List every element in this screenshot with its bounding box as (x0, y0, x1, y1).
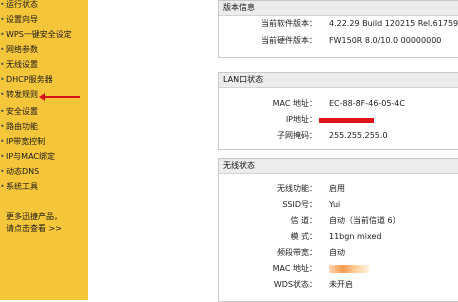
sidebar-item-label: IP带宽控制 (6, 137, 46, 146)
sidebar-item-bandwidth[interactable]: •IP带宽控制 (0, 134, 88, 149)
bandwidth-row: 频段带宽： 自动 (219, 246, 458, 260)
sidebar-item-network[interactable]: •网络参数 (0, 42, 88, 57)
field-label: 无线功能： (277, 184, 317, 193)
wireless-status-panel: 无线状态 无线功能： 启用 SSID号： Yui 信 道： 自动（当前信道 6）… (218, 158, 458, 302)
sidebar-item-label: 网络参数 (6, 45, 38, 54)
sidebar-item-dhcp[interactable]: •DHCP服务器 (0, 72, 88, 87)
lan-mac-row: MAC 地址： EC-88-8F-46-05-4C (219, 97, 458, 111)
hardware-version-row: 当前硬件版本： FW150R 8.0/10.0 00000000 (219, 34, 458, 48)
sidebar-nav: •运行状态 •设置向导 •WPS一键安全设定 •网络参数 •无线设置 •DHCP… (0, 0, 88, 300)
wireless-function-value: 启用 (329, 184, 345, 193)
software-version-row: 当前软件版本： 4.22.29 Build 120215 Rel.61759n (219, 17, 458, 31)
field-label: WDS状态： (273, 280, 317, 289)
field-label: 当前硬件版本： (261, 36, 317, 45)
sidebar-item-system-tools[interactable]: •系统工具 (0, 179, 88, 194)
redaction-mark (319, 118, 374, 123)
field-label: 信 道： (290, 216, 317, 225)
ssid-value: Yui (329, 200, 341, 209)
panel-title: LAN口状态 (219, 73, 458, 88)
lan-subnet-row: 子网掩码： 255.255.255.0 (219, 129, 458, 143)
field-label: 模 式： (290, 232, 317, 241)
sidebar-item-setup-wizard[interactable]: •设置向导 (0, 12, 88, 27)
bandwidth-value: 自动 (329, 248, 345, 257)
sidebar-item-ip-mac-binding[interactable]: •IP与MAC绑定 (0, 149, 88, 164)
click-to-view-link[interactable]: 请点击查看 >> (6, 223, 86, 235)
sidebar-item-label: IP与MAC绑定 (6, 152, 56, 161)
sidebar-item-wireless[interactable]: •无线设置 (0, 57, 88, 72)
wireless-mac-row: MAC 地址： (219, 262, 458, 276)
sidebar-item-label: 转发规则 (6, 90, 38, 99)
annotation-arrow-icon (39, 93, 80, 101)
field-label: 当前软件版本： (261, 19, 317, 28)
sidebar-item-label: 路由功能 (6, 122, 38, 131)
wireless-function-row: 无线功能： 启用 (219, 182, 458, 196)
lan-ip-row: IP地址： (219, 113, 458, 127)
field-label: 频段带宽： (277, 248, 317, 257)
sidebar-item-label: WPS一键安全设定 (6, 30, 72, 39)
sidebar-item-running-status[interactable]: •运行状态 (0, 0, 88, 12)
frame-divider (88, 0, 100, 300)
hardware-version-value: FW150R 8.0/10.0 00000000 (329, 36, 442, 45)
version-info-panel: 版本信息 当前软件版本： 4.22.29 Build 120215 Rel.61… (218, 0, 458, 58)
field-label: SSID号： (282, 200, 317, 209)
lan-mac-value: EC-88-8F-46-05-4C (329, 99, 405, 108)
field-label: MAC 地址： (272, 99, 317, 108)
more-products-link[interactable]: 更多迅捷产品， 请点击查看 >> (6, 211, 86, 235)
software-version-value: 4.22.29 Build 120215 Rel.61759n (329, 19, 458, 28)
panel-title: 版本信息 (219, 1, 458, 16)
sidebar-item-label: 设置向导 (6, 15, 38, 24)
sidebar-item-label: 无线设置 (6, 60, 38, 69)
panel-title: 无线状态 (219, 159, 458, 174)
wds-row: WDS状态： 未开启 (219, 278, 458, 292)
mode-value: 11bgn mixed (329, 232, 382, 241)
channel-row: 信 道： 自动（当前信道 6） (219, 214, 458, 228)
lan-subnet-value: 255.255.255.0 (329, 131, 388, 140)
redaction-mark (329, 265, 369, 273)
sidebar-item-label: 系统工具 (6, 182, 38, 191)
sidebar-item-ddns[interactable]: •动态DNS (0, 164, 88, 179)
channel-value: 自动（当前信道 6） (329, 216, 401, 225)
more-products-text: 更多迅捷产品， (6, 212, 62, 221)
sidebar-item-routing[interactable]: •路由功能 (0, 119, 88, 134)
field-label: MAC 地址： (272, 264, 317, 273)
wds-value: 未开启 (329, 280, 353, 289)
sidebar-item-wps[interactable]: •WPS一键安全设定 (0, 27, 88, 42)
sidebar-item-label: 运行状态 (6, 0, 38, 9)
lan-status-panel: LAN口状态 MAC 地址： EC-88-8F-46-05-4C IP地址： 子… (218, 72, 458, 150)
field-label: IP地址： (285, 115, 317, 124)
sidebar-item-label: DHCP服务器 (6, 75, 53, 84)
sidebar-item-label: 动态DNS (6, 167, 40, 176)
sidebar-item-label: 安全设置 (6, 107, 38, 116)
field-label: 子网掩码： (277, 131, 317, 140)
ssid-row: SSID号： Yui (219, 198, 458, 212)
sidebar-item-security[interactable]: •安全设置 (0, 104, 88, 119)
mode-row: 模 式： 11bgn mixed (219, 230, 458, 244)
